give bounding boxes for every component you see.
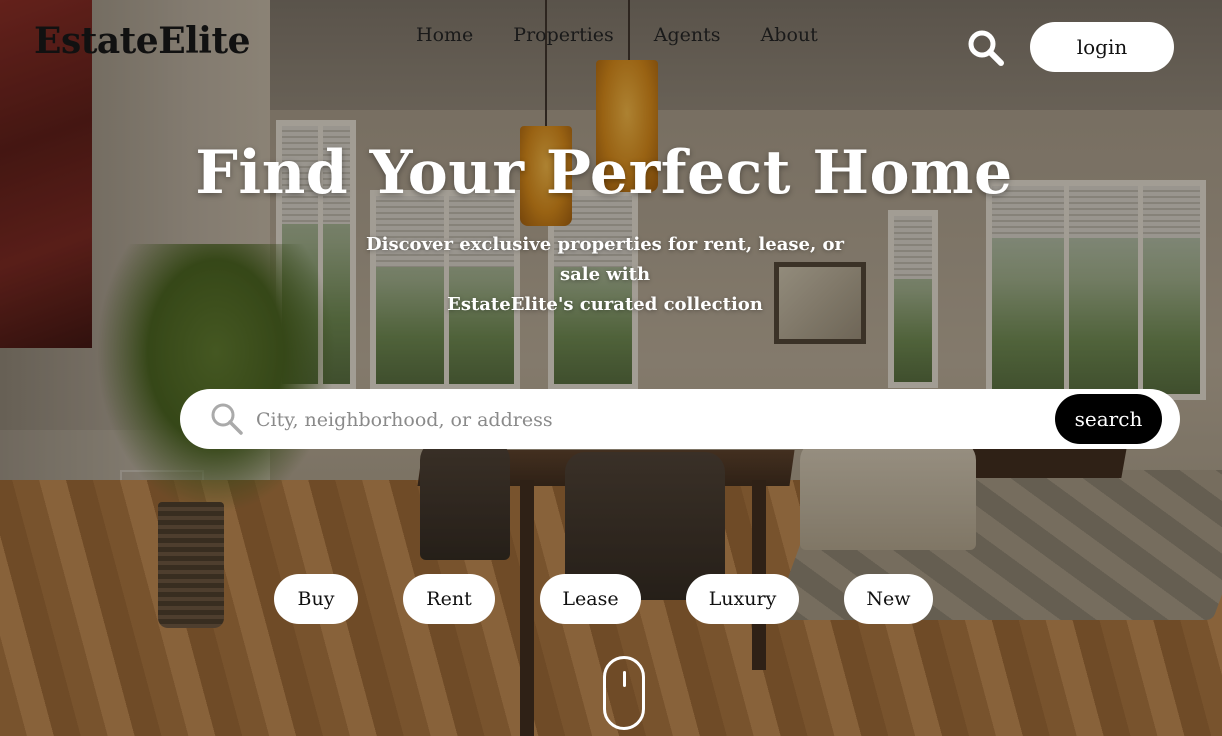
brand-logo[interactable]: EstateElite xyxy=(34,20,251,62)
chip-luxury[interactable]: Luxury xyxy=(686,574,799,624)
filter-chips: Buy Rent Lease Luxury New xyxy=(0,574,1222,624)
main-nav: Home Properties Agents About xyxy=(416,24,858,46)
search-icon[interactable] xyxy=(966,28,1006,68)
hero-subtitle: Discover exclusive properties for rent, … xyxy=(350,230,860,320)
hero-subtitle-line1: Discover exclusive properties for rent, … xyxy=(366,234,844,285)
chip-buy[interactable]: Buy xyxy=(274,574,358,624)
scroll-wheel xyxy=(623,671,626,687)
hero-subtitle-line2: EstateElite's curated collection xyxy=(447,294,763,315)
nav-home[interactable]: Home xyxy=(416,24,473,46)
chip-new[interactable]: New xyxy=(844,574,933,624)
nav-about[interactable]: About xyxy=(761,24,818,46)
search-input[interactable] xyxy=(254,401,1038,439)
mouse-scroll-icon[interactable] xyxy=(603,656,645,730)
search-icon xyxy=(210,402,244,436)
nav-properties[interactable]: Properties xyxy=(513,24,614,46)
chip-lease[interactable]: Lease xyxy=(540,574,641,624)
nav-agents[interactable]: Agents xyxy=(654,24,721,46)
hero-title: Find Your Perfect Home xyxy=(195,138,1013,208)
hero-background-image xyxy=(0,0,1222,736)
search-bar: search xyxy=(180,389,1180,449)
chip-rent[interactable]: Rent xyxy=(403,574,495,624)
login-button[interactable]: login xyxy=(1030,22,1174,72)
search-button[interactable]: search xyxy=(1055,394,1162,444)
